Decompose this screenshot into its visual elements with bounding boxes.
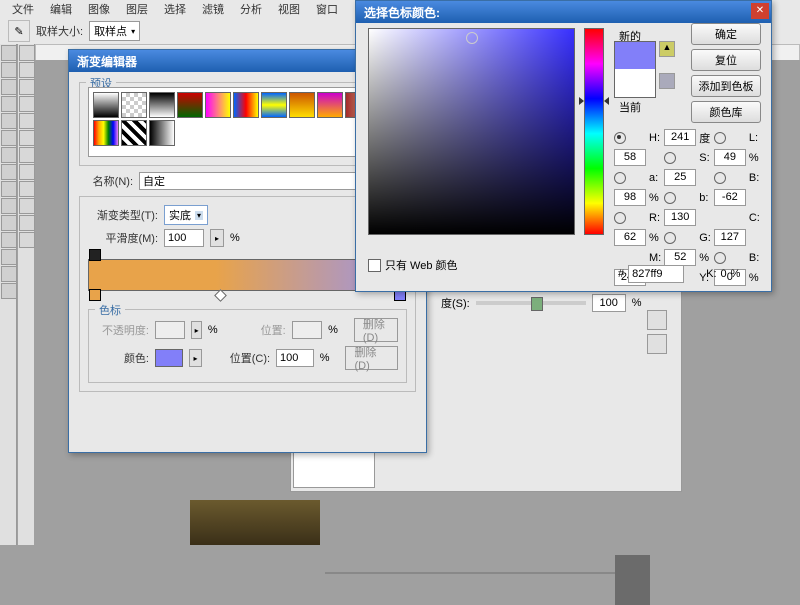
color-cursor-icon (466, 32, 478, 44)
position2-label: 位置(C): (218, 350, 270, 366)
h-input[interactable]: 241 (664, 129, 696, 146)
radio-b3[interactable] (714, 252, 726, 264)
add-swatch-button[interactable]: 添加到色板 (691, 75, 761, 97)
opacity-arrow: ▸ (191, 321, 201, 339)
gray-block (615, 555, 650, 605)
type-label: 渐变类型(T): (88, 207, 158, 223)
radio-h[interactable] (614, 132, 626, 144)
menu-view[interactable]: 视图 (270, 0, 308, 19)
panel-buttons (647, 310, 667, 354)
web-only-label: 只有 Web 颜色 (385, 257, 458, 273)
menu-image[interactable]: 图像 (80, 0, 118, 19)
toolbox-2[interactable] (18, 44, 34, 545)
pct: % (230, 232, 240, 244)
slider[interactable] (476, 301, 586, 305)
l-input[interactable]: 58 (614, 149, 646, 166)
panel-btn-1[interactable] (647, 310, 667, 330)
panel-btn-2[interactable] (647, 334, 667, 354)
radio-b1[interactable] (714, 172, 726, 184)
color-field[interactable] (368, 28, 575, 235)
document-thumbnail (190, 500, 320, 545)
web-only-checkbox[interactable] (368, 259, 381, 272)
position-label: 位置: (234, 322, 286, 338)
hue-slider[interactable] (584, 28, 604, 235)
current-color-swatch[interactable] (614, 69, 656, 98)
sample-size-label: 取样大小: (36, 23, 83, 39)
color-picker-dialog: 选择色标颜色: ✕ 新的 当前 ▲ 确定 复位 添加到色板 颜色库 H:241度… (355, 0, 772, 292)
b-lab-input[interactable]: -62 (714, 189, 746, 206)
sample-size-dropdown[interactable]: 取样点 (89, 21, 140, 41)
color-values-grid: H:241度 L:58 S:49% a:25 B:98% b:-62 R:130… (614, 129, 760, 286)
color-label: 颜色: (97, 350, 149, 366)
tool-icon[interactable]: ✎ (8, 20, 30, 42)
position-input (292, 321, 322, 339)
stop-color-swatch[interactable] (155, 349, 183, 367)
toolbox[interactable] (0, 44, 17, 545)
color-picker-titlebar[interactable]: 选择色标颜色: (356, 1, 771, 23)
g-input[interactable]: 127 (714, 229, 746, 246)
new-color-swatch (614, 41, 656, 71)
c-input[interactable]: 62 (614, 229, 646, 246)
ok-button[interactable]: 确定 (691, 23, 761, 45)
gamut-warning-icon[interactable]: ▲ (659, 41, 675, 57)
gray-line (325, 572, 615, 574)
delete-opacity-stop-button: 删除(D) (354, 318, 398, 342)
menu-select[interactable]: 选择 (156, 0, 194, 19)
name-label: 名称(N): (81, 173, 133, 189)
color-position-input[interactable]: 100 (276, 349, 314, 367)
color-libraries-button[interactable]: 颜色库 (691, 101, 761, 123)
k-input[interactable]: 0 (721, 268, 727, 280)
radio-g[interactable] (664, 232, 676, 244)
delete-color-stop-button[interactable]: 删除(D) (345, 346, 398, 370)
menu-edit[interactable]: 编辑 (42, 0, 80, 19)
pct: % (632, 297, 642, 309)
color-arrow[interactable]: ▸ (189, 349, 202, 367)
menu-filter[interactable]: 滤镜 (194, 0, 232, 19)
s-input[interactable]: 49 (714, 149, 746, 166)
radio-b2[interactable] (664, 192, 676, 204)
opacity-input (155, 321, 185, 339)
opacity-label: 不透明度: (97, 322, 149, 338)
radio-l[interactable] (714, 132, 726, 144)
stops-group-label: 色标 (95, 302, 125, 318)
menu-layer[interactable]: 图层 (118, 0, 156, 19)
menu-analysis[interactable]: 分析 (232, 0, 270, 19)
gradient-type-select[interactable]: 实底 (164, 205, 208, 225)
smoothness-arrow[interactable]: ▸ (210, 229, 224, 247)
r-input[interactable]: 130 (664, 209, 696, 226)
menu-window[interactable]: 窗口 (308, 0, 346, 19)
websafe-warning-icon[interactable] (659, 73, 675, 89)
radio-a[interactable] (614, 172, 626, 184)
b-hsb-input[interactable]: 98 (614, 189, 646, 206)
radio-s[interactable] (664, 152, 676, 164)
menu-file[interactable]: 文件 (4, 0, 42, 19)
a-input[interactable]: 25 (664, 169, 696, 186)
m-input[interactable]: 52 (664, 249, 696, 266)
slider-label: 度(S): (441, 295, 470, 311)
close-icon[interactable]: ✕ (751, 3, 769, 19)
cancel-button[interactable]: 复位 (691, 49, 761, 71)
slider-value[interactable]: 100 (592, 294, 626, 312)
smoothness-input[interactable]: 100 (164, 229, 204, 247)
radio-r[interactable] (614, 212, 626, 224)
hex-input[interactable]: 827ff9 (628, 265, 684, 283)
smooth-label: 平滑度(M): (88, 230, 158, 246)
hex-hash: # (618, 268, 624, 280)
current-color-label: 当前 (619, 99, 641, 115)
